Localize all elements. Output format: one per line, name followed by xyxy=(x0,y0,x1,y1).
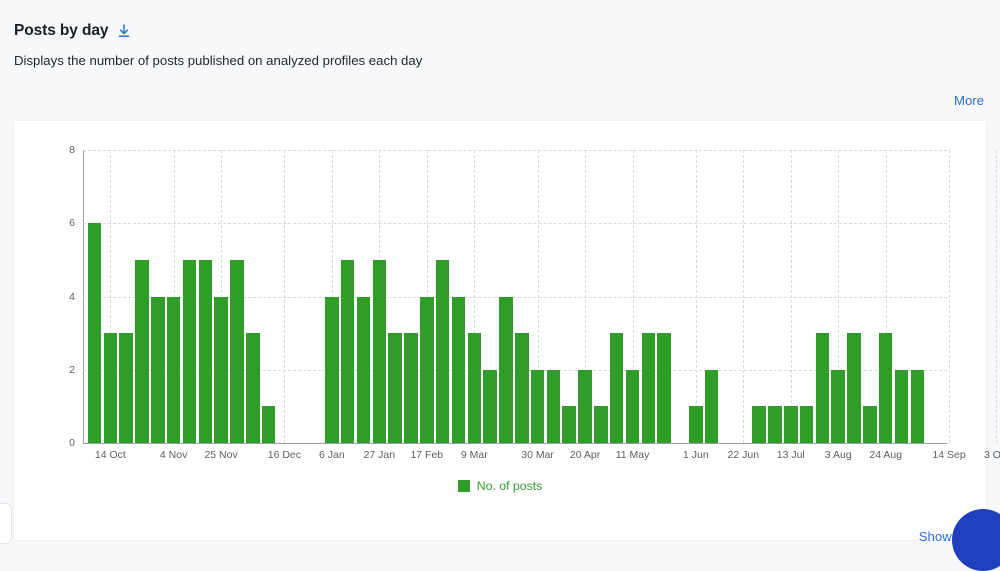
download-icon[interactable] xyxy=(115,23,132,40)
x-axis-tick-label: 3 Oct xyxy=(983,449,1000,461)
panel-subtitle: Displays the number of posts published o… xyxy=(14,53,423,68)
gridline-vertical xyxy=(790,150,792,443)
x-axis-tick-label: 25 Nov xyxy=(204,449,238,461)
x-axis-line xyxy=(83,443,947,444)
x-axis-tick-label: 30 Mar xyxy=(521,449,554,461)
chart-bar[interactable] xyxy=(87,223,102,443)
chart-bar[interactable] xyxy=(356,296,371,443)
legend-swatch-no-of-posts xyxy=(457,480,470,492)
chart-bar[interactable] xyxy=(261,406,276,443)
chart-bar[interactable] xyxy=(878,333,893,443)
x-axis-tick-label: 9 Mar xyxy=(460,449,488,461)
chart-bar[interactable] xyxy=(625,369,640,443)
x-axis-tick-label: 16 Dec xyxy=(267,449,302,461)
chart-bar[interactable] xyxy=(182,259,197,443)
plot-area: 0 2 4 6 8 14 Oct 4 Nov 25 Nov 16 Dec 6 Jan 27 Jan 1… xyxy=(69,144,1000,461)
x-axis-tick-label: 13 Jul xyxy=(776,449,805,461)
y-axis-tick-label: 2 xyxy=(69,363,75,376)
gridline-horizontal xyxy=(83,296,947,298)
x-axis-tick-label: 1 Jun xyxy=(682,449,709,461)
y-axis-tick-label: 8 xyxy=(69,144,75,156)
chart-bar[interactable] xyxy=(388,333,402,443)
bar-chart: 0 2 4 6 8 14 Oct 4 Nov 25 Nov 16 Dec 6 Jan 27 Jan 1… xyxy=(14,121,1000,471)
more-link[interactable]: More xyxy=(954,93,984,108)
y-axis-tick-label: 0 xyxy=(69,437,75,449)
gridline-horizontal xyxy=(83,150,947,151)
chart-bar[interactable] xyxy=(530,369,545,443)
chart-bar[interactable] xyxy=(894,369,909,443)
title-row: Posts by day xyxy=(14,22,1000,40)
gridline-vertical xyxy=(743,150,745,443)
x-axis-tick-label: 4 Nov xyxy=(159,449,188,461)
footer-row: Show table xyxy=(0,528,1000,546)
chart-bar[interactable] xyxy=(609,333,624,443)
chart-bar[interactable] xyxy=(704,369,719,443)
chart-bar[interactable] xyxy=(499,296,513,443)
chart-bar[interactable] xyxy=(752,406,766,443)
chart-bar[interactable] xyxy=(863,406,877,443)
more-row: More xyxy=(954,92,984,110)
chart-bar[interactable] xyxy=(103,333,118,443)
chart-bar[interactable] xyxy=(784,406,798,443)
chart-bar[interactable] xyxy=(515,333,529,443)
chart-bar[interactable] xyxy=(325,296,339,443)
chart-bar[interactable] xyxy=(799,406,814,443)
chart-bar[interactable] xyxy=(483,369,497,443)
page-title: Posts by day xyxy=(14,22,109,39)
chart-bar[interactable] xyxy=(119,333,133,443)
gridline-vertical xyxy=(695,150,697,443)
chart-bar[interactable] xyxy=(420,296,434,443)
chart-bar[interactable] xyxy=(230,259,244,443)
chart-bar[interactable] xyxy=(562,406,576,443)
chart-bar[interactable] xyxy=(847,333,861,443)
x-axis-tick-label: 3 Aug xyxy=(824,449,852,461)
chart-bar[interactable] xyxy=(166,296,181,443)
panel-header: Posts by day Displays the number of post… xyxy=(0,0,1000,68)
chart-bar[interactable] xyxy=(340,259,355,443)
x-axis-tick-label: 22 Jun xyxy=(727,449,760,461)
gridline-horizontal xyxy=(83,223,947,225)
gridline-vertical xyxy=(284,150,286,443)
chart-bar[interactable] xyxy=(594,406,608,443)
gridline-vertical xyxy=(996,150,998,443)
chart-bar[interactable] xyxy=(910,369,925,443)
x-axis-tick-label: 17 Feb xyxy=(410,449,444,461)
chart-card: 0 2 4 6 8 14 Oct 4 Nov 25 Nov 16 Dec 6 Jan 27 Jan 1… xyxy=(14,121,1000,540)
chart-bar[interactable] xyxy=(467,333,482,443)
chart-bar[interactable] xyxy=(451,296,466,443)
gridline-vertical xyxy=(949,150,951,443)
chart-bar[interactable] xyxy=(546,369,561,443)
x-axis-tick-label: 20 Apr xyxy=(569,449,601,461)
chart-bar[interactable] xyxy=(151,296,165,443)
chart-bar[interactable] xyxy=(657,333,671,443)
chart-bar[interactable] xyxy=(768,406,782,443)
chart-bar[interactable] xyxy=(689,406,703,443)
x-axis-tick-label: 14 Sep xyxy=(932,449,966,461)
chart-bar[interactable] xyxy=(404,333,418,443)
chat-widget-button[interactable] xyxy=(952,509,1000,571)
chart-bar[interactable] xyxy=(245,333,260,443)
chart-bar[interactable] xyxy=(641,333,656,443)
chart-bar[interactable] xyxy=(135,259,149,443)
chart-bar[interactable] xyxy=(372,259,387,443)
chart-bar[interactable] xyxy=(831,369,845,443)
chart-legend: No. of posts xyxy=(14,479,986,493)
x-axis-tick-label: 24 Aug xyxy=(869,449,903,461)
x-axis-tick-label: 27 Jan xyxy=(363,449,396,461)
x-axis-tick-label: 6 Jan xyxy=(319,449,345,461)
chart-bar[interactable] xyxy=(578,369,592,443)
chart-bar[interactable] xyxy=(214,296,228,443)
x-axis-tick-label: 14 Oct xyxy=(94,449,126,461)
chart-bar[interactable] xyxy=(815,333,830,443)
x-axis-tick-label: 11 May xyxy=(615,449,650,461)
sidebar-edge-handle[interactable] xyxy=(0,503,12,544)
chart-bar[interactable] xyxy=(435,259,450,443)
legend-label-no-of-posts: No. of posts xyxy=(476,479,543,493)
chart-bar[interactable] xyxy=(198,259,213,443)
y-axis-tick-label: 6 xyxy=(69,217,75,230)
y-axis-tick-label: 4 xyxy=(69,290,75,303)
